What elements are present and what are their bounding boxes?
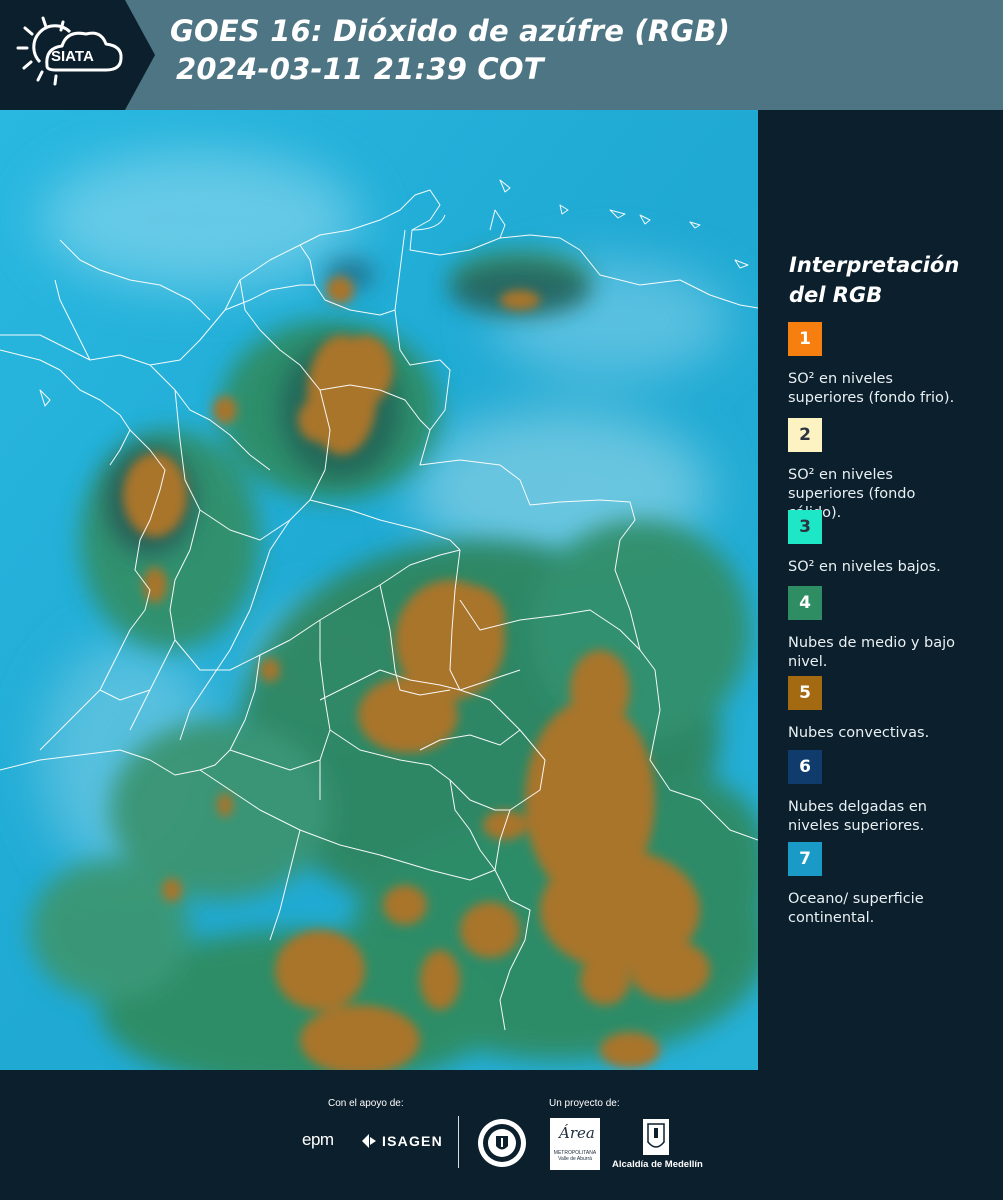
legend-item: 4 Nubes de medio y bajo nivel.	[788, 586, 998, 672]
legend-swatch: 1	[788, 322, 822, 356]
legend-swatch: 5	[788, 676, 822, 710]
legend-swatch: 4	[788, 586, 822, 620]
isagen-mark-icon	[362, 1134, 376, 1148]
legend-label: Nubes de medio y bajo nivel.	[788, 635, 955, 670]
epm-logo[interactable]: epm	[302, 1130, 334, 1150]
footer-divider	[458, 1116, 459, 1168]
title-datetime: 2024-03-11 21:39 COT	[176, 52, 544, 86]
title-product: GOES 16: Dióxido de azúfre (RGB)	[170, 14, 731, 48]
alcaldia-logo[interactable]: Alcaldía de Medellín	[612, 1159, 703, 1170]
legend-item: 5 Nubes convectivas.	[788, 676, 998, 743]
legend-item: 6 Nubes delgadas en niveles superiores.	[788, 750, 998, 836]
legend-swatch: 7	[788, 842, 822, 876]
medellin-seal-icon[interactable]	[477, 1118, 527, 1168]
siata-logo[interactable]: SIATA	[0, 0, 155, 110]
legend-label: Oceano/ superficie continental.	[788, 891, 924, 926]
legend-title: Interpretación del RGB	[789, 253, 960, 307]
legend-label: Nubes delgadas en niveles superiores.	[788, 799, 927, 834]
legend-item: 1 SO² en niveles superiores (fondo frio)…	[788, 322, 998, 408]
isagen-logo[interactable]: ISAGEN	[382, 1133, 443, 1149]
siata-logo-text: SIATA	[51, 48, 94, 65]
satellite-map-image	[0, 110, 758, 1070]
support-caption: Con el apoyo de:	[328, 1098, 404, 1109]
project-caption: Un proyecto de:	[549, 1098, 620, 1109]
legend-swatch: 3	[788, 510, 822, 544]
legend-item: 7 Oceano/ superficie continental.	[788, 842, 998, 928]
legend-label: SO² en niveles superiores (fondo frio).	[788, 371, 955, 406]
legend-item: 2 SO² en niveles superiores (fondo cálid…	[788, 418, 998, 523]
area-metropolitana-logo[interactable]: Área METROPOLITANA Valle de Aburrá	[550, 1118, 600, 1170]
area-metropolitana-subtitle: METROPOLITANA Valle de Aburrá	[553, 1150, 597, 1162]
legend-swatch: 2	[788, 418, 822, 452]
legend-label: SO² en niveles bajos.	[788, 559, 941, 575]
legend-swatch: 6	[788, 750, 822, 784]
header-bar: SIATA GOES 16: Dióxido de azúfre (RGB) 2…	[0, 0, 1003, 110]
page-title: GOES 16: Dióxido de azúfre (RGB) 2024-03…	[170, 12, 730, 88]
footer-bar: Con el apoyo de: Un proyecto de: epm ISA…	[0, 1070, 1003, 1200]
legend-item: 3 SO² en niveles bajos.	[788, 510, 998, 577]
legend-panel: Interpretación del RGB 1 SO² en niveles …	[760, 110, 1003, 1070]
legend-label: Nubes convectivas.	[788, 725, 930, 741]
area-metropolitana-name: Área	[559, 1124, 595, 1142]
alcaldia-shield-icon	[643, 1119, 669, 1155]
